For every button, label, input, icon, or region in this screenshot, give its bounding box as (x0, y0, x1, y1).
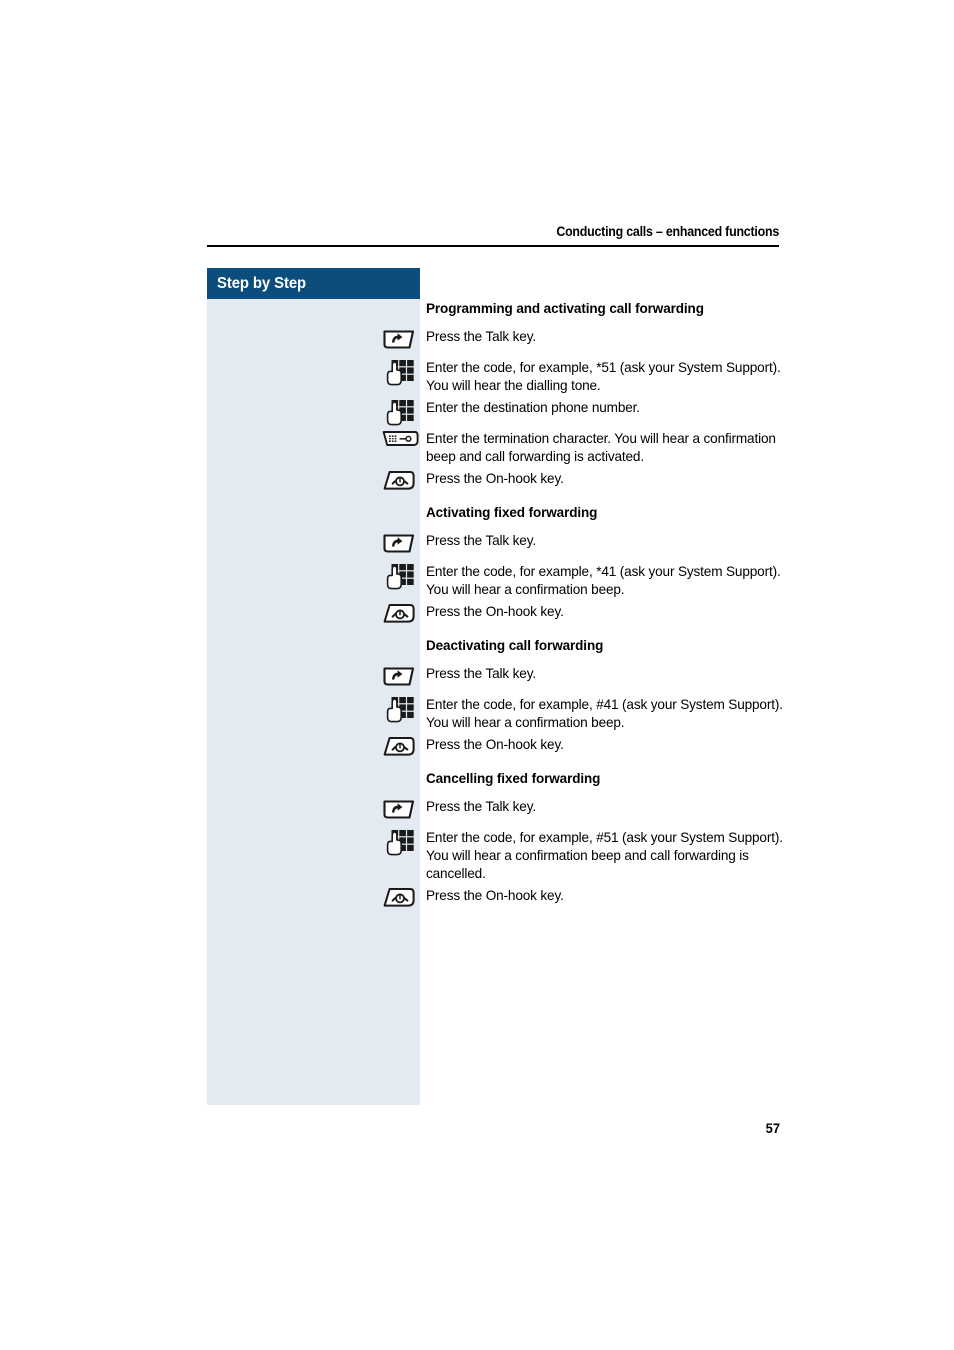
talk-key-icon (382, 665, 416, 691)
termination-character-key-icon (382, 430, 419, 456)
instruction-step-text: Press the Talk key. (426, 799, 536, 814)
on-hook-key-icon (382, 736, 416, 762)
instruction-step: Press the On-hook key. (383, 736, 786, 758)
on-hook-key-icon (382, 470, 416, 496)
on-hook-key-icon (383, 471, 415, 490)
instruction-step: Enter the code, for example, #41 (ask yo… (386, 696, 786, 732)
step-spacer (426, 350, 786, 359)
keypad-icon (382, 399, 416, 426)
talk-key-icon (382, 532, 416, 558)
sidebar-title-bar: Step by Step (207, 268, 420, 299)
instruction-step-text: Press the On-hook key. (426, 471, 564, 486)
instruction-step: Enter the code, for example, *41 (ask yo… (386, 563, 786, 599)
sidebar-title: Step by Step (217, 274, 307, 292)
running-header: Conducting calls – enhanced functions (207, 224, 779, 239)
talk-key-icon (383, 330, 415, 349)
section-heading: Deactivating call forwarding (426, 638, 604, 653)
keypad-icon (386, 400, 414, 426)
on-hook-key-icon (382, 887, 416, 913)
instruction-step-text: Enter the destination phone number. (426, 400, 640, 415)
on-hook-key-icon (383, 604, 415, 623)
instruction-step-text: Press the Talk key. (426, 329, 536, 344)
instruction-step: Press the Talk key. (383, 532, 786, 554)
on-hook-key-icon (383, 888, 415, 907)
talk-key-icon (383, 534, 415, 553)
instruction-step-text: Enter the code, for example, #51 (ask yo… (426, 830, 783, 881)
instruction-step: Press the Talk key. (383, 328, 786, 350)
instruction-step: Press the Talk key. (383, 798, 786, 820)
section-heading: Activating fixed forwarding (426, 505, 598, 520)
running-header-title: Conducting calls – enhanced functions (556, 224, 779, 239)
header-rule (207, 245, 779, 247)
on-hook-key-icon (382, 603, 416, 629)
instruction-step-text: Press the Talk key. (426, 533, 536, 548)
page-number: 57 (765, 1120, 780, 1136)
keypad-icon (382, 359, 416, 386)
instruction-step: Press the Talk key. (383, 665, 786, 687)
instruction-step: Enter the termination character. You wil… (382, 430, 786, 466)
instruction-step: Press the On-hook key. (383, 470, 786, 492)
on-hook-key-icon (383, 737, 415, 756)
heading-spacer (426, 654, 786, 665)
keypad-icon (386, 830, 414, 856)
instruction-step: Press the On-hook key. (383, 603, 786, 625)
instruction-step: Press the On-hook key. (383, 887, 786, 909)
instruction-step-text: Enter the code, for example, #41 (ask yo… (426, 697, 783, 730)
instruction-step-text: Enter the code, for example, *51 (ask yo… (426, 360, 781, 393)
keypad-icon (382, 829, 416, 856)
instruction-step-text: Press the Talk key. (426, 666, 536, 681)
heading-spacer (426, 521, 786, 532)
instruction-step: Enter the code, for example, *51 (ask yo… (386, 359, 786, 395)
instruction-step: Enter the destination phone number. (386, 399, 786, 426)
instruction-step-text: Press the On-hook key. (426, 888, 564, 903)
keypad-icon (386, 564, 414, 590)
keypad-icon (386, 360, 414, 386)
termination-character-key-icon (382, 431, 419, 446)
keypad-icon (382, 563, 416, 590)
step-spacer (426, 554, 786, 563)
heading-spacer (426, 317, 786, 328)
step-spacer (426, 820, 786, 829)
talk-key-icon (383, 667, 415, 686)
section-heading: Cancelling fixed forwarding (426, 771, 601, 786)
instruction-step-text: Press the On-hook key. (426, 737, 564, 752)
instruction-step: Enter the code, for example, #51 (ask yo… (386, 829, 786, 883)
keypad-icon (382, 696, 416, 723)
step-spacer (426, 687, 786, 696)
heading-spacer (426, 787, 786, 798)
instruction-step-text: Enter the termination character. You wil… (426, 431, 776, 464)
talk-key-icon (382, 798, 416, 824)
section-heading: Programming and activating call forwardi… (426, 301, 704, 316)
instructions-content: Programming and activating call forwardi… (382, 300, 786, 909)
talk-key-icon (382, 328, 416, 354)
instruction-step-text: Press the On-hook key. (426, 604, 564, 619)
talk-key-icon (383, 800, 415, 819)
step-spacer (426, 421, 786, 430)
instruction-step-text: Enter the code, for example, *41 (ask yo… (426, 564, 781, 597)
keypad-icon (386, 697, 414, 723)
